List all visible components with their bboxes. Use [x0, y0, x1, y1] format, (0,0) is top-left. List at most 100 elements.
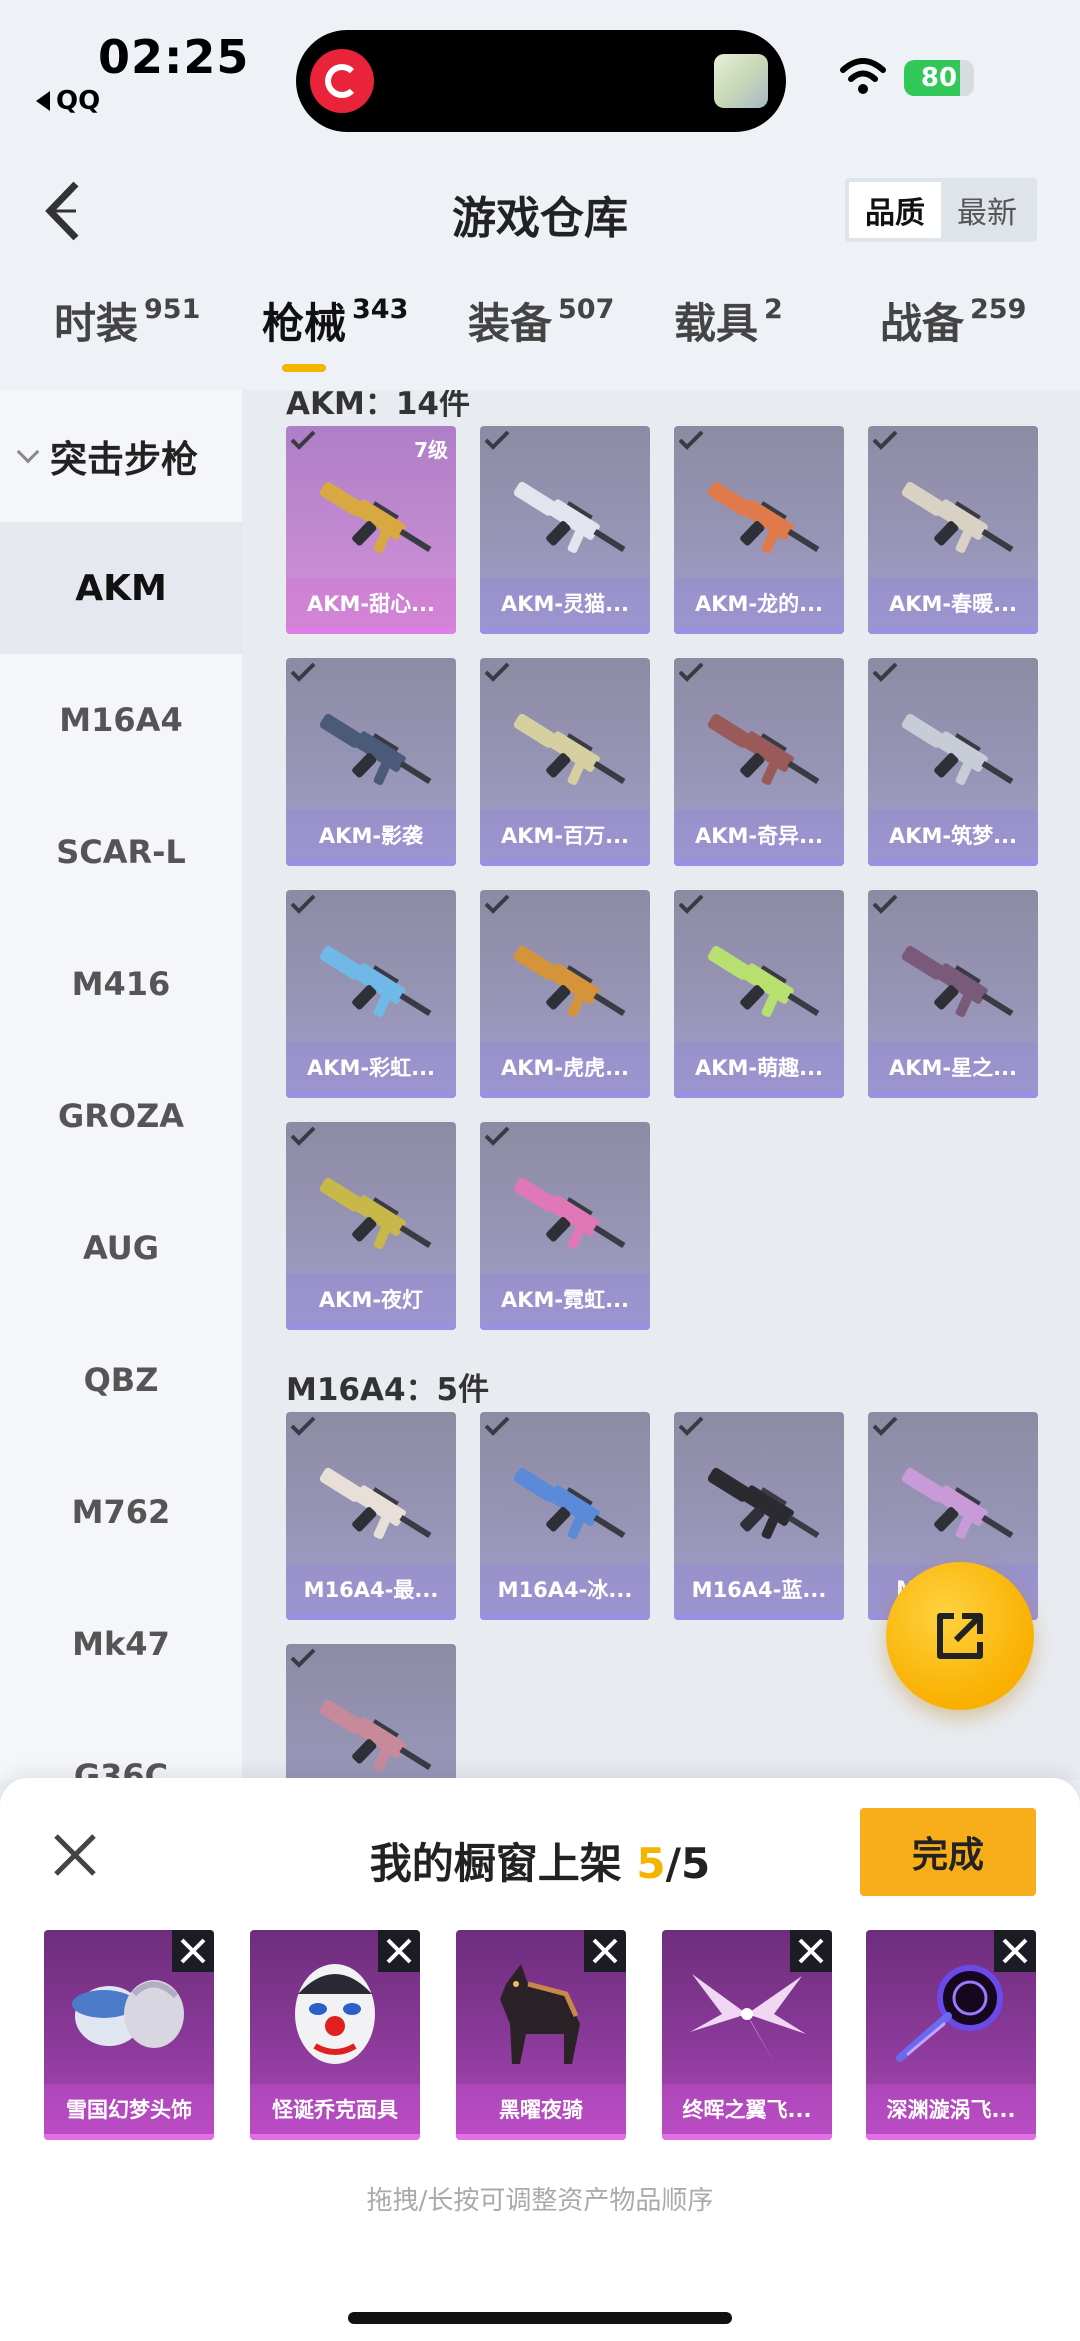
showcase-slot[interactable]: 怪诞乔克面具 [250, 1930, 420, 2140]
rifle-icon [707, 481, 820, 553]
tab-supplies[interactable]: 战备 259 [880, 290, 1026, 351]
tab-fashion[interactable]: 时装 951 [54, 290, 200, 351]
back-triangle-icon [36, 91, 50, 111]
weapon-card[interactable]: AKM-筑梦... [868, 658, 1038, 866]
tab-vehicles[interactable]: 载具 2 [674, 290, 783, 351]
reorder-hint: 拖拽/长按可调整资产物品顺序 [366, 2186, 714, 2216]
rifle-icon [901, 481, 1014, 553]
showcase-slot[interactable]: 雪国幻梦头饰 [44, 1930, 214, 2140]
weapon-card[interactable]: AKM-虎虎... [480, 890, 650, 1098]
weapon-card[interactable]: AKM-夜灯 [286, 1122, 456, 1330]
check-icon[interactable] [286, 890, 322, 920]
tab-count: 259 [970, 294, 1027, 325]
share-button[interactable] [886, 1562, 1034, 1710]
weapon-card[interactable]: AKM-奇异... [674, 658, 844, 866]
slot-base [662, 2134, 832, 2140]
sidebar-group-assault-rifles[interactable]: 突击步枪 [0, 390, 242, 522]
sidebar-group-label: 突击步枪 [50, 438, 198, 481]
check-icon[interactable] [286, 426, 322, 456]
check-icon[interactable] [674, 658, 710, 688]
check-icon[interactable] [868, 1412, 904, 1442]
weapon-card[interactable]: AKM-影袭 [286, 658, 456, 866]
weapon-card[interactable]: AKM-春暖... [868, 426, 1038, 634]
check-icon[interactable] [286, 658, 322, 688]
weapon-card[interactable]: M16A4-冰... [480, 1412, 650, 1620]
showcase-slot[interactable]: 终晖之翼飞... [662, 1930, 832, 2140]
dynamic-island[interactable] [296, 30, 786, 132]
sort-toggle[interactable]: 品质 最新 [845, 178, 1037, 242]
remove-icon[interactable] [378, 1930, 420, 1972]
slot-base [456, 2134, 626, 2140]
home-indicator[interactable] [348, 2312, 732, 2324]
slot-base [866, 2134, 1036, 2140]
weapon-name: AKM-夜灯 [286, 1274, 456, 1324]
check-icon[interactable] [480, 1122, 516, 1152]
card-rarity-bar [286, 1092, 456, 1098]
slot-name: 深渊漩涡飞... [866, 2084, 1036, 2134]
weapon-card[interactable]: AKM-霓虹... [480, 1122, 650, 1330]
check-icon[interactable] [674, 1412, 710, 1442]
tab-count: 507 [558, 294, 615, 325]
weapon-name: AKM-萌趣... [674, 1042, 844, 1092]
showcase-slot[interactable]: 深渊漩涡飞... [866, 1930, 1036, 2140]
back-to-app[interactable]: QQ [36, 86, 100, 116]
weapon-name: M16A4-蓝... [674, 1564, 844, 1614]
sidebar-item-m16a4[interactable]: M16A4 [0, 654, 242, 786]
remove-icon[interactable] [994, 1930, 1036, 1972]
rifle-icon [513, 1177, 626, 1249]
check-icon[interactable] [286, 1644, 322, 1674]
tab-label: 战备 [880, 299, 965, 348]
sidebar-item-groza[interactable]: GROZA [0, 1050, 242, 1182]
weapon-card[interactable]: M16A4-蓝... [674, 1412, 844, 1620]
sidebar-item-akm[interactable]: AKM [0, 522, 242, 654]
sort-option-latest[interactable]: 最新 [941, 182, 1033, 238]
weapon-card[interactable]: AKM-百万... [480, 658, 650, 866]
rifle-icon [513, 481, 626, 553]
weapon-card[interactable]: AKM-萌趣... [674, 890, 844, 1098]
card-rarity-bar [286, 1324, 456, 1330]
tab-equipment[interactable]: 装备 507 [468, 290, 614, 351]
weapon-card[interactable]: M16A4-最... [286, 1412, 456, 1620]
weapon-card[interactable]: AKM-灵猫... [480, 426, 650, 634]
remove-icon[interactable] [172, 1930, 214, 1972]
level-badge: 7级 [414, 438, 448, 462]
check-icon[interactable] [480, 426, 516, 456]
showcase-slot[interactable]: 黑曜夜骑 [456, 1930, 626, 2140]
weapon-card[interactable]: AKM-彩虹... [286, 890, 456, 1098]
card-rarity-bar [480, 860, 650, 866]
weapon-card[interactable]: AKM-星之... [868, 890, 1038, 1098]
check-icon[interactable] [286, 1412, 322, 1442]
sidebar-item-m416[interactable]: M416 [0, 918, 242, 1050]
check-icon[interactable] [868, 658, 904, 688]
sidebar-item-m762[interactable]: M762 [0, 1446, 242, 1578]
check-icon[interactable] [480, 658, 516, 688]
sort-option-quality[interactable]: 品质 [849, 182, 941, 238]
sidebar-item-qbz[interactable]: QBZ [0, 1314, 242, 1446]
slot-name: 终晖之翼飞... [662, 2084, 832, 2134]
check-icon[interactable] [480, 1412, 516, 1442]
remove-icon[interactable] [790, 1930, 832, 1972]
sidebar-item-mk47[interactable]: Mk47 [0, 1578, 242, 1710]
weapon-card[interactable]: AKM-龙的... [674, 426, 844, 634]
sidebar-item-g36c[interactable]: G36C [0, 1710, 242, 1780]
weapon-name: AKM-星之... [868, 1042, 1038, 1092]
card-rarity-bar [868, 628, 1038, 634]
tab-label: 装备 [468, 299, 553, 348]
card-rarity-bar [480, 628, 650, 634]
check-icon[interactable] [674, 890, 710, 920]
card-rarity-bar [674, 1092, 844, 1098]
weapon-card[interactable]: 7级 AKM-甜心... [286, 426, 456, 634]
vortex-icon [896, 1965, 1003, 2062]
check-icon[interactable] [674, 426, 710, 456]
sidebar-item-aug[interactable]: AUG [0, 1182, 242, 1314]
tab-guns[interactable]: 枪械 343 [262, 290, 408, 351]
check-icon[interactable] [480, 890, 516, 920]
check-icon[interactable] [868, 426, 904, 456]
weapon-card[interactable] [286, 1644, 456, 1780]
remove-icon[interactable] [584, 1930, 626, 1972]
sidebar-item-scar-l[interactable]: SCAR-L [0, 786, 242, 918]
check-icon[interactable] [286, 1122, 322, 1152]
done-button[interactable]: 完成 [860, 1808, 1036, 1896]
check-icon[interactable] [868, 890, 904, 920]
weapon-name: AKM-奇异... [674, 810, 844, 860]
